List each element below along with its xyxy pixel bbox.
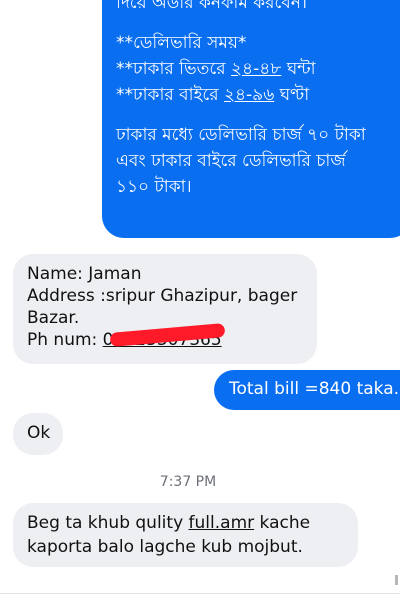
review-text: kache xyxy=(254,513,311,533)
inside-dhaka-hours-link[interactable]: ২৪-৪৮ xyxy=(231,59,281,79)
phone-line: Ph num: 01923307365 xyxy=(27,323,303,351)
outside-dhaka-line: **ঢাকার বাইরে ২৪-৯৬ ঘণ্টা xyxy=(116,82,400,108)
address-line: Address :sripur Ghazipur, bager xyxy=(27,286,298,306)
charge-line: ১১০ টাকা। xyxy=(116,177,192,197)
chat-screen: দিয়ে অর্ডার কনফার্ম করবেন। **ডেলিভারি স… xyxy=(0,0,400,600)
outside-dhaka-unit: ঘণ্টা xyxy=(274,85,310,105)
outside-dhaka-prefix: **ঢাকার বাইরে xyxy=(116,85,224,105)
message-timestamp: 7:37 PM xyxy=(159,474,217,490)
address-line: Bazar. xyxy=(27,308,80,328)
customer-name: Name: Jaman xyxy=(27,264,142,284)
message-line: দিয়ে অর্ডার কনফার্ম করবেন। xyxy=(116,0,307,13)
inside-dhaka-prefix: **ঢাকার ভিতরে xyxy=(116,59,231,79)
inside-dhaka-line: **ঢাকার ভিতরে ২৪-৪৮ ঘন্টা xyxy=(116,56,400,82)
charge-line: এবং ঢাকার বাইরে ডেলিভারি চার্জ xyxy=(116,151,346,171)
review-line: Beg ta khub qulity full.amr kache xyxy=(27,511,344,535)
composer-divider xyxy=(0,593,400,594)
review-text: Beg ta khub qulity xyxy=(27,513,189,533)
incoming-message-review[interactable]: Beg ta khub qulity full.amr kache kaport… xyxy=(13,503,358,567)
outgoing-message-delivery-info[interactable]: দিয়ে অর্ডার কনফার্ম করবেন। **ডেলিভারি স… xyxy=(102,0,400,238)
review-link[interactable]: full.amr xyxy=(189,513,255,533)
charge-line: ঢাকার মধ্যে ডেলিভারি চার্জ ৭০ টাকা xyxy=(116,125,366,145)
outside-dhaka-hours-link[interactable]: ২৪-৯৬ xyxy=(224,85,274,105)
scroll-indicator xyxy=(395,575,398,585)
inside-dhaka-unit: ঘন্টা xyxy=(281,59,316,79)
delivery-time-heading: **ডেলিভারি সময়* xyxy=(116,33,247,53)
incoming-message-ok[interactable]: Ok xyxy=(13,413,63,455)
phone-label: Ph num: xyxy=(27,330,103,350)
incoming-message-address[interactable]: Name: Jaman Address :sripur Ghazipur, ba… xyxy=(13,254,317,364)
phone-number-link[interactable]: 01923307365 xyxy=(103,323,226,350)
outgoing-message-total[interactable]: Total bill =840 taka. xyxy=(214,370,400,410)
review-line: kaporta balo lagche kub mojbut. xyxy=(27,537,303,557)
